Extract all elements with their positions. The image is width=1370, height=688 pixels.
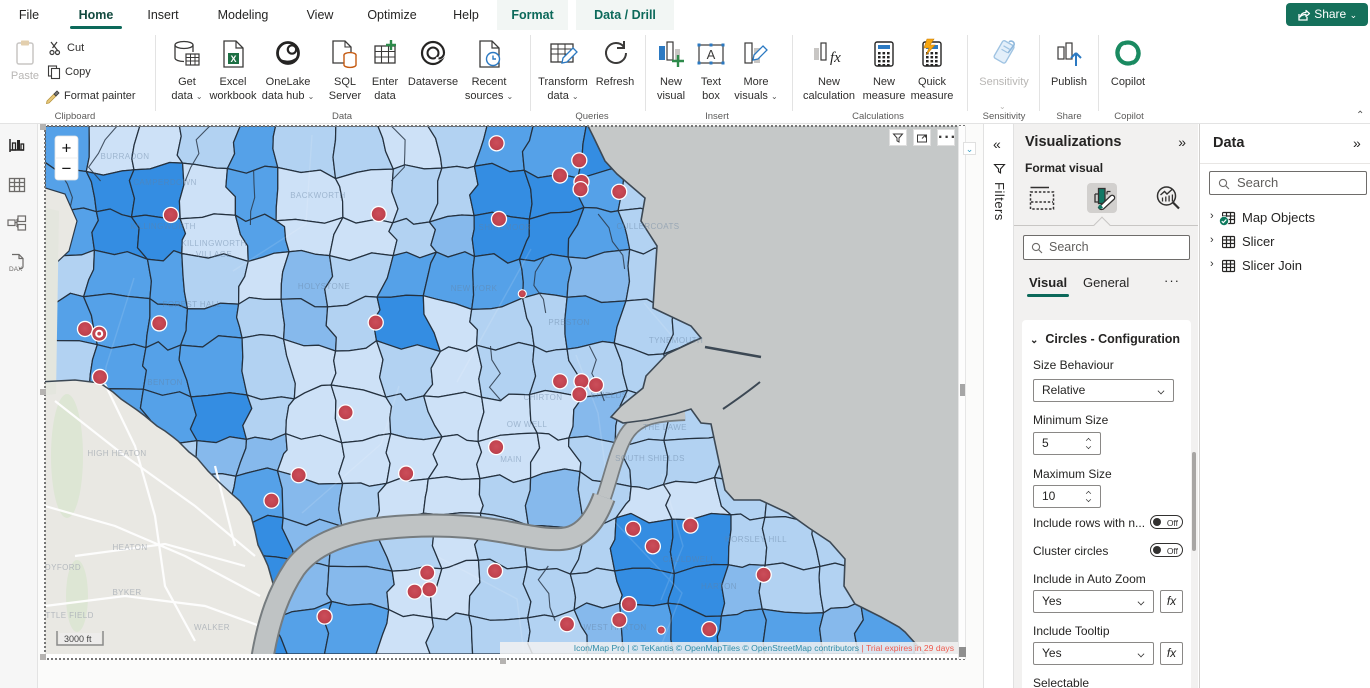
svg-text:3000 ft: 3000 ft: [64, 634, 92, 644]
svg-text:MAIN: MAIN: [500, 455, 522, 464]
svg-text:−: −: [62, 159, 72, 178]
svg-text:A: A: [707, 47, 716, 62]
svg-text:DAX: DAX: [9, 266, 23, 273]
svg-text:CULLERCOATS: CULLERCOATS: [617, 222, 680, 231]
svg-text:Icon/Map Pro | © TeKantis © Op: Icon/Map Pro | © TeKantis © OpenMapTiles…: [574, 643, 954, 653]
svg-text:CAMPERDOWN: CAMPERDOWN: [133, 178, 197, 187]
svg-text:VILLAGE: VILLAGE: [196, 250, 232, 259]
svg-text:CHIRTON: CHIRTON: [524, 393, 563, 402]
svg-text:BURRADON: BURRADON: [101, 152, 150, 161]
svg-text:WALKER: WALKER: [194, 623, 230, 632]
svg-text:DYFORD: DYFORD: [45, 563, 81, 572]
svg-text:CAULDWELL: CAULDWELL: [663, 555, 716, 564]
svg-text:BACKWORTH: BACKWORTH: [290, 191, 345, 200]
svg-text:BENTON: BENTON: [147, 378, 183, 387]
svg-text:fx: fx: [830, 50, 841, 66]
svg-text:+: +: [62, 139, 72, 158]
svg-text:HARTON: HARTON: [701, 582, 737, 591]
svg-text:KILLINGWORTH: KILLINGWORTH: [130, 222, 196, 231]
svg-text:KILLINGWORTH: KILLINGWORTH: [181, 239, 247, 248]
svg-text:ATTLE FIELD: ATTLE FIELD: [45, 611, 94, 620]
svg-text:TYNEMOUTH: TYNEMOUTH: [649, 336, 703, 345]
svg-text:BYKER: BYKER: [112, 588, 141, 597]
svg-text:NEW YORK: NEW YORK: [451, 284, 498, 293]
svg-text:HIGH HEATON: HIGH HEATON: [87, 449, 146, 458]
svg-text:FOREST HALL: FOREST HALL: [163, 300, 222, 309]
svg-text:X: X: [230, 54, 236, 64]
svg-text:SOUTH SHIELDS: SOUTH SHIELDS: [615, 454, 685, 463]
svg-text:PRESTON: PRESTON: [548, 318, 589, 327]
svg-text:OW WELL: OW WELL: [507, 420, 548, 429]
svg-text:THE LAWE: THE LAWE: [643, 423, 687, 432]
svg-text:HORSLEY HILL: HORSLEY HILL: [725, 535, 787, 544]
svg-text:HOLYSTONE: HOLYSTONE: [298, 282, 350, 291]
svg-text:HEATON: HEATON: [113, 543, 148, 552]
